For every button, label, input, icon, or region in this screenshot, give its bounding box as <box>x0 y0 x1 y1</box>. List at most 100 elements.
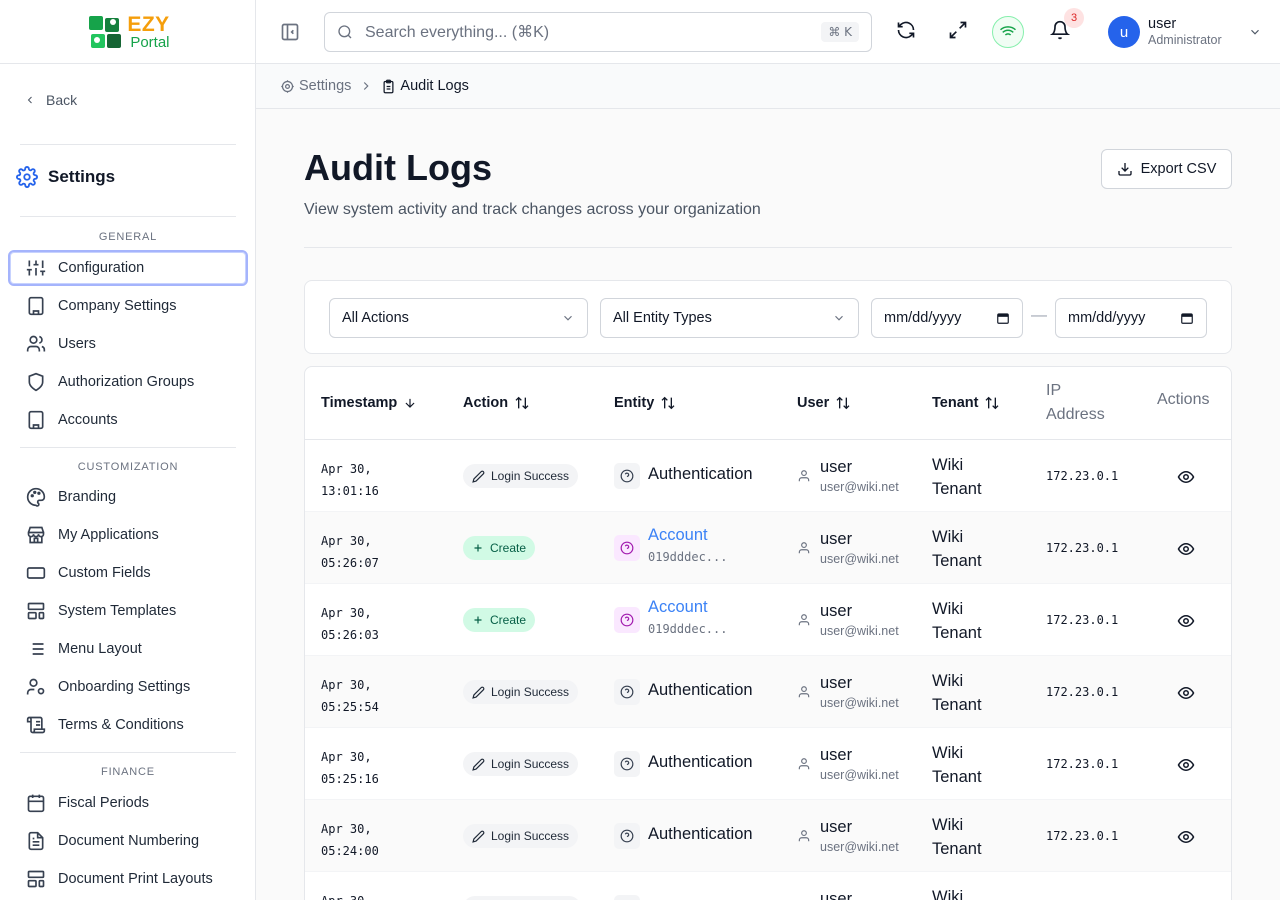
user-name-cell: user <box>820 458 853 476</box>
help-circle-icon <box>614 679 640 705</box>
table-row[interactable]: Apr 30, 05:26:07 Create Account 019dddec.… <box>305 512 1231 584</box>
sidebar-item-onboarding-settings[interactable]: Onboarding Settings <box>8 669 248 705</box>
timestamp-cell: Apr 30, 05:25:16 <box>321 750 379 786</box>
header-label: Tenant <box>932 395 979 411</box>
user-menu[interactable]: u user Administrator <box>1108 16 1262 49</box>
table-row[interactable]: Apr 30, 13:01:16 Login Success Authentica… <box>305 440 1231 512</box>
user-icon <box>798 758 810 770</box>
sidebar-item-branding[interactable]: Branding <box>8 479 248 515</box>
action-filter-select[interactable]: All Actions <box>329 298 588 338</box>
user-email-cell: user@wiki.net <box>820 696 899 710</box>
breadcrumb-settings[interactable]: Settings <box>280 78 351 94</box>
download-icon <box>1117 163 1132 176</box>
back-link[interactable]: Back <box>24 92 77 108</box>
fullscreen-button[interactable] <box>948 20 968 40</box>
ip-cell: 172.23.0.1 <box>1046 613 1119 627</box>
view-details-eye-icon[interactable] <box>1177 612 1195 630</box>
export-label: Export CSV <box>1140 161 1217 177</box>
notification-count-badge: 3 <box>1064 8 1084 28</box>
user-email-cell: user@wiki.net <box>820 480 899 494</box>
sidebar-item-custom-fields[interactable]: Custom Fields <box>8 555 248 591</box>
column-header-tenant[interactable]: Tenant <box>932 395 1000 411</box>
entity-type-filter-select[interactable]: All Entity Types <box>600 298 859 338</box>
puzzle-logo-icon <box>89 15 122 48</box>
sidebar-item-authorization-groups[interactable]: Authorization Groups <box>8 364 248 400</box>
sidebar-toggle-button[interactable] <box>280 22 300 42</box>
ip-cell: 172.23.0.1 <box>1046 685 1119 699</box>
tenant-cell: Wiki Tenant <box>932 672 982 714</box>
chevron-down-icon <box>835 315 843 321</box>
sidebar-item-menu-layout[interactable]: Menu Layout <box>8 631 248 667</box>
search-input[interactable]: Search everything... (⌘K) ⌘ K <box>324 12 872 52</box>
page-title: Audit Logs <box>304 147 492 188</box>
column-header-ip-address: IP Address <box>1046 379 1105 427</box>
sort-icon <box>661 396 675 410</box>
help-circle-icon <box>614 463 640 489</box>
action-label: Create <box>490 541 527 555</box>
date-to-input[interactable]: mm/dd/yyyy <box>1055 298 1207 338</box>
column-header-timestamp[interactable]: Timestamp <box>321 395 417 411</box>
date-from-input[interactable]: mm/dd/yyyy <box>871 298 1023 338</box>
building-icon <box>28 410 44 430</box>
timestamp-cell: Apr 30, 05:26:07 <box>321 534 379 570</box>
chevron-right-icon <box>364 82 369 90</box>
sidebar-item-document-print-layouts[interactable]: Document Print Layouts <box>8 861 248 897</box>
tenant-cell: Wiki Tenant <box>932 528 982 570</box>
layout-template-icon <box>27 602 45 620</box>
action-label: Login Success <box>491 469 570 483</box>
view-details-eye-icon[interactable] <box>1177 540 1195 558</box>
refresh-button[interactable] <box>896 20 916 40</box>
chevron-down-icon <box>564 315 572 321</box>
view-details-eye-icon[interactable] <box>1177 828 1195 846</box>
arrow-down-icon <box>405 398 415 408</box>
view-details-eye-icon[interactable] <box>1177 756 1195 774</box>
pencil-icon <box>472 470 485 483</box>
table-row[interactable]: Apr 30, user Wiki <box>305 872 1231 900</box>
sidebar-item-company-settings[interactable]: Company Settings <box>8 288 248 324</box>
column-header-user[interactable]: User <box>797 395 851 411</box>
action-badge <box>463 896 581 900</box>
action-label: Login Success <box>491 685 570 699</box>
entity-link[interactable]: Account <box>648 598 708 617</box>
action-label: Create <box>490 613 527 627</box>
table-row[interactable]: Apr 30, 05:25:54 Login Success Authentica… <box>305 656 1231 728</box>
sidebar-item-configuration[interactable]: Configuration <box>8 250 248 286</box>
sidebar-item-system-templates[interactable]: System Templates <box>8 593 248 629</box>
view-details-eye-icon[interactable] <box>1177 468 1195 486</box>
sidebar-item-accounts[interactable]: Accounts <box>8 402 248 438</box>
connection-status-button[interactable] <box>992 16 1024 48</box>
sidebar-item-label: Branding <box>58 489 117 505</box>
top-header: Search everything... (⌘K) ⌘ K 3 u user A… <box>256 0 1280 64</box>
sidebar-item-document-numbering[interactable]: Document Numbering <box>8 823 248 859</box>
sidebar-item-label: Authorization Groups <box>58 374 195 390</box>
sidebar-divider <box>20 144 236 145</box>
entity-link[interactable]: Account <box>648 526 708 545</box>
section-label-customization: CUSTOMIZATION <box>77 461 179 473</box>
user-email-cell: user@wiki.net <box>820 624 899 638</box>
avatar: u <box>1108 16 1140 49</box>
chevron-down-icon <box>1250 30 1259 35</box>
sidebar-item-users[interactable]: Users <box>8 326 248 362</box>
gear-icon <box>281 79 294 93</box>
table-row[interactable]: Apr 30, 05:24:00 Login Success Authentica… <box>305 800 1231 872</box>
user-name-cell: user <box>820 890 853 900</box>
gear-icon <box>16 166 38 188</box>
table-row[interactable]: Apr 30, 05:26:03 Create Account 019dddec.… <box>305 584 1231 656</box>
sidebar-item-fiscal-periods[interactable]: Fiscal Periods <box>8 785 248 821</box>
timestamp-cell: Apr 30, <box>321 890 372 900</box>
logo[interactable]: EZY Portal <box>85 12 170 52</box>
sidebar-item-label: Menu Layout <box>58 641 142 657</box>
export-csv-button[interactable]: Export CSV <box>1101 149 1232 189</box>
header-label: Address <box>1046 406 1105 423</box>
sidebar-item-label: Terms & Conditions <box>58 717 184 733</box>
sidebar-item-my-applications[interactable]: My Applications <box>8 517 248 553</box>
sidebar-item-terms-conditions[interactable]: Terms & Conditions <box>8 707 248 743</box>
panel-left-icon <box>281 23 299 41</box>
search-icon <box>338 25 352 39</box>
table-row[interactable]: Apr 30, 05:25:16 Login Success Authentica… <box>305 728 1231 800</box>
view-details-eye-icon[interactable] <box>1177 684 1195 702</box>
column-header-entity[interactable]: Entity <box>614 395 676 411</box>
pencil-icon <box>472 758 485 771</box>
column-header-action[interactable]: Action <box>463 395 530 411</box>
breadcrumb-label: Audit Logs <box>400 78 469 94</box>
